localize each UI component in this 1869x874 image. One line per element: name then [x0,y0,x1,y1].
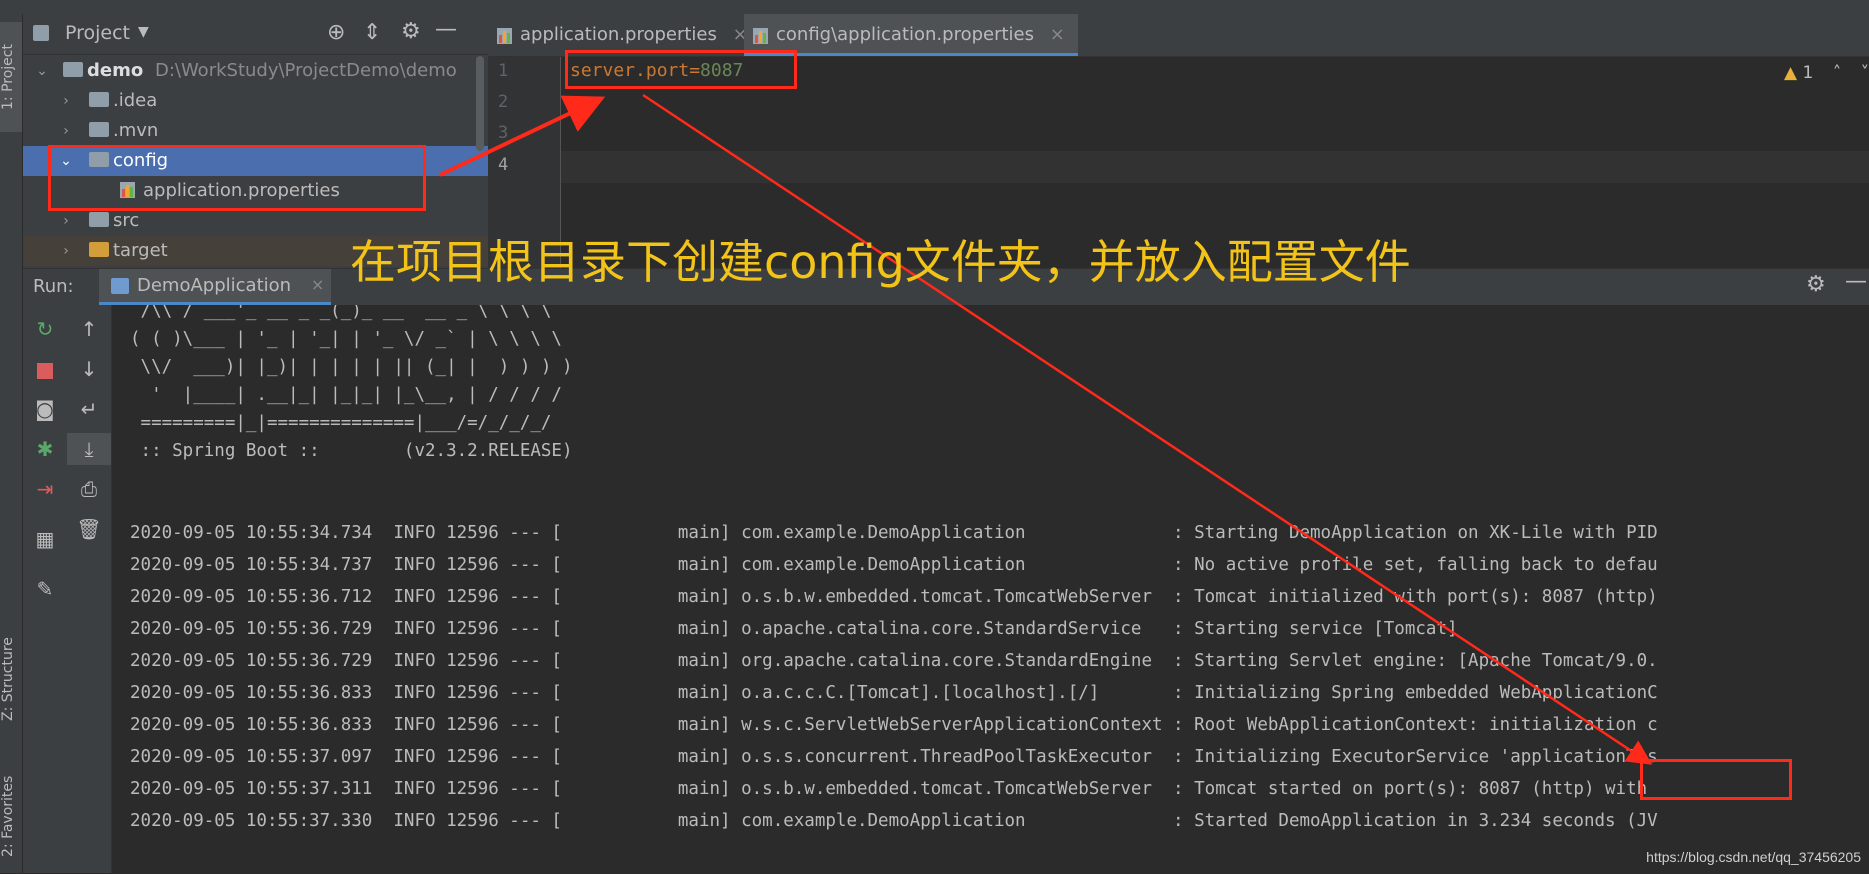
folder-icon [89,241,109,257]
exit-icon[interactable]: ⇥ [23,473,67,505]
banner-line: ( ( )\___ | '_ | '_| | '_ \/ _` | \ \ \ … [130,329,562,349]
structure-tool-label: Z: Structure [0,637,16,721]
run-toolbar-secondary: ↑ ↓ ↵ ⤓ ⎙ 🗑 [67,305,112,873]
banner-line: =========|_|==============|___/=/_/_/_/ [130,413,552,433]
watermark: https://blog.csdn.net/qq_37456205 [1646,849,1861,865]
tree-item-mvn[interactable]: › .mvn [23,116,488,146]
chevron-right-icon[interactable]: › [57,86,75,116]
chevron-right-icon[interactable]: › [57,236,75,266]
banner-line: /\\ / ___'_ __ _ _(_)_ __ __ _ \ \ \ \ [130,305,552,321]
tab-demo-application[interactable]: DemoApplication × [99,269,331,305]
tree-item-label: .idea [113,90,158,111]
tab-label: application.properties [520,24,717,45]
tree-item-label: .mvn [113,120,159,141]
collapse-icon[interactable]: ⇕ [363,20,381,45]
arrow-up-icon[interactable]: ↑ [67,313,111,345]
inspection-widget[interactable]: ▲ 1 ˄ ˅ [1784,63,1869,83]
line-number: 3 [498,123,509,143]
layout-icon[interactable]: ▦ [23,523,67,555]
print-icon[interactable]: ⎙ [67,473,111,505]
tree-item-demo[interactable]: ⌄ demo D:\WorkStudy\ProjectDemo\demo [23,56,488,86]
project-view-icon [33,25,49,41]
stop-button[interactable] [23,353,67,385]
scroll-to-end-icon[interactable]: ⤓ [67,433,111,465]
banner-line: :: Spring Boot :: (v2.3.2.RELEASE) [130,441,573,461]
folder-icon [89,211,109,227]
warning-icon: ▲ [1784,63,1798,83]
application-icon [111,278,129,294]
gear-icon[interactable]: ⚙ [1806,272,1826,297]
log-line: 2020-09-05 10:55:34.734 INFO 12596 --- [… [130,523,1658,543]
run-tab-label: DemoApplication [137,275,292,296]
arrow-down-icon[interactable]: ↓ [67,353,111,385]
title-bar [0,0,1869,15]
line-number: 2 [498,92,509,112]
warning-count: 1 [1802,63,1814,83]
properties-file-icon [753,28,768,44]
run-toolbar-primary: ↻ ◙ ✱ ⇥ ▦ ✎ [23,305,67,873]
tab-favorites-tool[interactable]: 2: Favorites [0,759,22,874]
minimize-icon[interactable]: — [1845,269,1867,294]
banner-line: ' |____| .__|_| |_|_| |_\__, | / / / / [130,385,562,405]
banner-line: \\/ ___)| |_)| | | | | || (_| | ) ) ) ) [130,357,573,377]
chevron-down-icon[interactable]: ˅ [1861,63,1869,83]
project-path: D:\WorkStudy\ProjectDemo\demo [154,60,457,81]
current-line-highlight [561,151,1869,183]
stop-icon [37,362,53,379]
log-line: 2020-09-05 10:55:36.712 INFO 12596 --- [… [130,587,1658,607]
gear-icon[interactable]: ⚙ [401,19,421,44]
highlight-started-port [1640,759,1792,800]
annotation-caption: 在项目根目录下创建config文件夹，并放入配置文件 [350,235,1411,289]
rerun-icon[interactable]: ↻ [23,313,67,345]
log-line: 2020-09-05 10:55:36.833 INFO 12596 --- [… [130,715,1658,735]
target-icon[interactable]: ⊕ [327,20,345,45]
log-line: 2020-09-05 10:55:36.833 INFO 12596 --- [… [130,683,1658,703]
log-line: 2020-09-05 10:55:37.097 INFO 12596 --- [… [130,747,1658,767]
log-line: 2020-09-05 10:55:34.737 INFO 12596 --- [… [130,555,1658,575]
folder-icon [89,121,109,137]
close-icon[interactable]: × [311,275,324,294]
chevron-right-icon[interactable]: › [57,116,75,146]
log-line: 2020-09-05 10:55:36.729 INFO 12596 --- [… [130,651,1658,671]
close-icon[interactable]: × [1050,24,1065,45]
trash-icon[interactable]: 🗑 [67,513,111,545]
project-title[interactable]: Project [65,22,130,44]
highlight-server-port [565,50,797,89]
camera-icon[interactable]: ◙ [23,393,67,425]
project-tool-label: 1: Project [0,44,16,110]
line-number: 1 [498,61,509,81]
pin-icon[interactable]: ✎ [23,573,67,605]
favorites-tool-label: 2: Favorites [0,775,16,858]
tree-item-idea[interactable]: › .idea [23,86,488,116]
log-line: 2020-09-05 10:55:36.729 INFO 12596 --- [… [130,619,1458,639]
tab-project-tool[interactable]: 1: Project [0,22,22,132]
left-tool-stripe: 1: Project Z: Structure 2: Favorites [0,14,23,873]
chevron-down-icon[interactable]: ⌄ [33,56,51,86]
tree-item-label: src [113,210,140,231]
tab-structure-tool[interactable]: Z: Structure [0,614,22,744]
minimize-icon[interactable]: — [435,17,457,42]
soft-wrap-icon[interactable]: ↵ [67,393,111,425]
tree-item-label: target [113,240,168,261]
project-header: Project ▼ ⊕ ⇕ ⚙ — [23,14,488,55]
highlight-config-folder [48,145,426,211]
chevron-up-icon[interactable]: ˄ [1833,63,1842,83]
tab-label: config\application.properties [776,24,1035,45]
log-line: 2020-09-05 10:55:37.311 INFO 12596 --- [… [130,779,1648,799]
console-output[interactable]: /\\ / ___'_ __ _ _(_)_ __ __ _ \ \ \ \ (… [112,305,1869,873]
folder-icon [89,91,109,107]
chevron-down-icon[interactable]: ▼ [138,24,149,40]
project-scrollbar[interactable] [476,56,484,151]
folder-icon [63,61,83,77]
debug-icon[interactable]: ✱ [23,433,67,465]
run-label: Run: [33,276,74,297]
tree-item-label: demo [87,60,144,81]
properties-file-icon [497,28,512,44]
line-number: 4 [498,155,509,175]
log-line: 2020-09-05 10:55:37.330 INFO 12596 --- [… [130,811,1658,831]
